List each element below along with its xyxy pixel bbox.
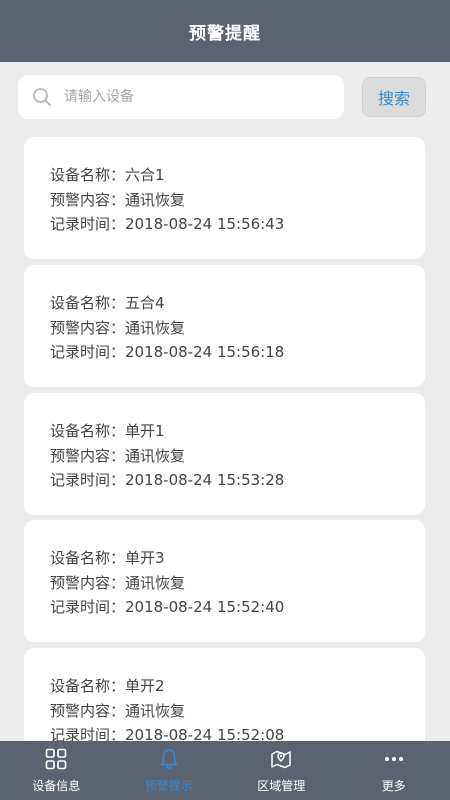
device-name: 设备名称：单开1 [50,422,165,440]
search-field[interactable] [18,75,344,119]
tab-label: 预警提示 [144,779,193,793]
device-name: 设备名称：五合4 [50,294,165,312]
more-icon [382,747,406,771]
search-button[interactable]: 搜索 [362,77,426,117]
alert-content: 预警内容：通讯恢复 [50,190,186,209]
device-name: 设备名称：六合1 [50,166,165,184]
search-input[interactable] [64,82,304,112]
alert-card[interactable]: 设备名称：六合1 预警内容：通讯恢复 记录时间：2018-08-24 15:56… [24,137,425,259]
alert-content: 预警内容：通讯恢复 [50,573,186,592]
device-name: 设备名称：单开3 [50,549,165,567]
device-name: 设备名称：单开2 [50,677,165,695]
page-title: 预警提醒 [189,23,261,44]
tab-label: 设备信息 [32,779,81,793]
map-icon [269,747,293,771]
grid-icon [44,747,68,771]
tab-area-management[interactable]: 区域管理 [225,741,338,800]
bell-icon [157,747,181,771]
alert-list[interactable]: 设备名称：六合1 预警内容：通讯恢复 记录时间：2018-08-24 15:56… [0,137,450,741]
tab-label: 区域管理 [257,779,306,793]
alert-card[interactable]: 设备名称：单开1 预警内容：通讯恢复 记录时间：2018-08-24 15:53… [24,393,425,515]
alert-content: 预警内容：通讯恢复 [50,446,186,465]
record-time: 记录时间：2018-08-24 15:53:28 [50,471,285,489]
app-header: 预警提醒 [0,0,450,62]
record-time: 记录时间：2018-08-24 15:56:43 [50,215,285,233]
alert-content: 预警内容：通讯恢复 [50,318,186,337]
alert-card[interactable]: 设备名称：单开3 预警内容：通讯恢复 记录时间：2018-08-24 15:52… [24,520,425,642]
bottom-tab-bar: 设备信息 预警提示 区域管理 更多 [0,741,450,800]
alert-content: 预警内容：通讯恢复 [50,701,186,720]
search-icon [32,87,52,107]
alert-card[interactable]: 设备名称：单开2 预警内容：通讯恢复 记录时间：2018-08-24 15:52… [24,648,425,741]
tab-device-info[interactable]: 设备信息 [0,741,113,800]
alert-card[interactable]: 设备名称：五合4 预警内容：通讯恢复 记录时间：2018-08-24 15:56… [24,265,425,387]
tab-more[interactable]: 更多 [338,741,450,800]
tab-alerts[interactable]: 预警提示 [113,741,226,800]
record-time: 记录时间：2018-08-24 15:52:40 [50,598,285,616]
record-time: 记录时间：2018-08-24 15:52:08 [50,726,285,741]
tab-label: 更多 [381,779,406,793]
search-bar: 搜索 [0,62,450,128]
record-time: 记录时间：2018-08-24 15:56:18 [50,343,285,361]
